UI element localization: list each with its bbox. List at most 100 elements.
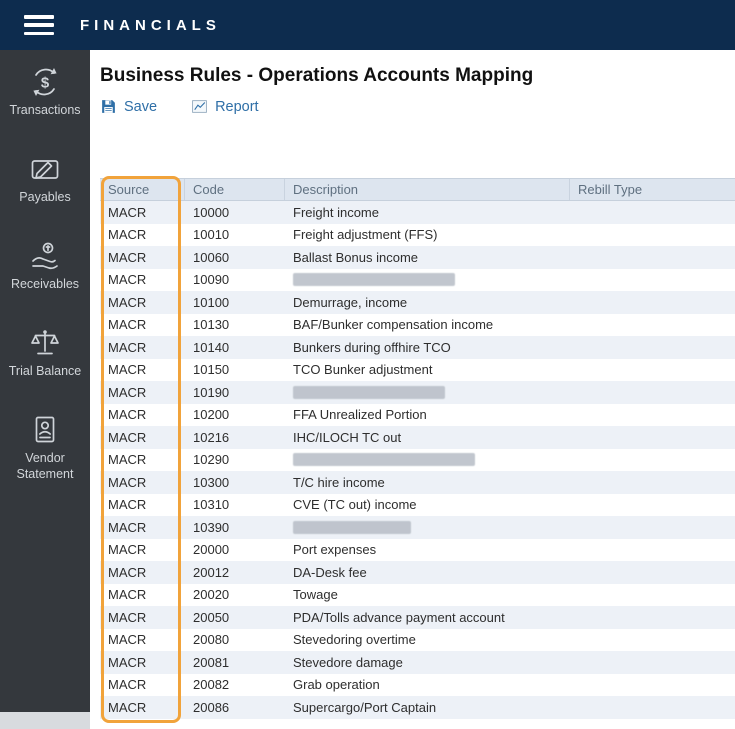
- sidebar-item-vendor-statement[interactable]: Vendor Statement: [0, 414, 90, 484]
- table-row[interactable]: MACR 10216 IHC/ILOCH TC out: [100, 426, 735, 449]
- table-row[interactable]: MACR 10130 BAF/Bunker compensation income: [100, 314, 735, 337]
- cell-description: Towage: [293, 587, 338, 603]
- save-icon: [100, 98, 117, 115]
- cell-description: DA-Desk fee: [293, 564, 367, 580]
- report-icon: [191, 98, 208, 115]
- cell-code: 10200: [193, 407, 230, 423]
- cell-rebill-type: [570, 494, 735, 517]
- table-row[interactable]: MACR 20081 Stevedore damage: [100, 651, 735, 674]
- cell-code: 10060: [193, 249, 230, 265]
- column-header-description[interactable]: Description: [285, 179, 570, 200]
- cell-rebill-type: [570, 584, 735, 607]
- table-row[interactable]: MACR 10290: [100, 449, 735, 472]
- table-row[interactable]: MACR 10200 FFA Unrealized Portion: [100, 404, 735, 427]
- cell-rebill-type: [570, 404, 735, 427]
- trial-balance-icon: [29, 327, 61, 359]
- cell-code: 10140: [193, 339, 230, 355]
- menu-icon[interactable]: [24, 15, 54, 35]
- table-row[interactable]: MACR 20050 PDA/Tolls advance payment accou…: [100, 606, 735, 629]
- cell-source: MACR: [108, 339, 147, 355]
- table-row[interactable]: MACR 10310 CVE (TC out) income: [100, 494, 735, 517]
- cell-description: [285, 516, 570, 539]
- save-button[interactable]: Save: [100, 98, 157, 115]
- table-header: Source Code Description Rebill Type: [100, 178, 735, 201]
- cell-rebill-type: [570, 224, 735, 247]
- table-row[interactable]: MACR 20000 Port expenses: [100, 539, 735, 562]
- cell-rebill-type: [570, 359, 735, 382]
- cell-description: [285, 269, 570, 292]
- cell-description: Demurrage, income: [293, 294, 408, 310]
- table-row[interactable]: MACR 10300 T/C hire income: [100, 471, 735, 494]
- cell-rebill-type: [570, 651, 735, 674]
- cell-rebill-type: [570, 314, 735, 337]
- cell-rebill-type: [570, 269, 735, 292]
- sidebar-item-transactions[interactable]: $ Transactions: [0, 66, 90, 136]
- cell-rebill-type: [570, 674, 735, 697]
- table-row[interactable]: MACR 20086 Supercargo/Port Captain: [100, 696, 735, 719]
- accounts-table: Source Code Description Rebill Type MACR…: [100, 176, 735, 723]
- sidebar-item-label: Trial Balance: [8, 364, 82, 378]
- cell-description: PDA/Tolls advance payment account: [293, 609, 505, 625]
- cell-code: 20082: [193, 677, 230, 693]
- cell-code: 10130: [193, 317, 230, 333]
- column-header-rebill-type[interactable]: Rebill Type: [570, 179, 735, 200]
- cell-description: Supercargo/Port Captain: [293, 699, 437, 715]
- cell-source: MACR: [108, 699, 147, 715]
- cell-description: Freight adjustment (FFS): [293, 227, 438, 243]
- transactions-icon: $: [29, 66, 61, 98]
- topbar: FINANCIALS: [0, 0, 735, 50]
- table-row[interactable]: MACR 10150 TCO Bunker adjustment: [100, 359, 735, 382]
- cell-code: 10216: [193, 429, 230, 445]
- table-row[interactable]: MACR 10390: [100, 516, 735, 539]
- cell-source: MACR: [108, 249, 147, 265]
- cell-code: 10310: [193, 497, 230, 513]
- cell-description: Grab operation: [293, 677, 380, 693]
- column-header-source[interactable]: Source: [100, 179, 185, 200]
- cell-source: MACR: [108, 654, 147, 670]
- cell-code: 20020: [193, 587, 230, 603]
- cell-description: TCO Bunker adjustment: [293, 362, 433, 378]
- cell-code: 10390: [193, 519, 230, 535]
- table-row[interactable]: MACR 10000 Freight income: [100, 201, 735, 224]
- cell-source: MACR: [108, 272, 147, 288]
- svg-text:$: $: [41, 75, 50, 92]
- sidebar-item-payables[interactable]: Payables: [0, 153, 90, 223]
- cell-code: 20050: [193, 609, 230, 625]
- cell-code: 10190: [193, 384, 230, 400]
- cell-rebill-type: [570, 449, 735, 472]
- cell-rebill-type: [570, 516, 735, 539]
- cell-source: MACR: [108, 407, 147, 423]
- sidebar: $ Transactions Payables Receivables Tria…: [0, 50, 90, 712]
- cell-code: 20086: [193, 699, 230, 715]
- table-row[interactable]: MACR 10140 Bunkers during offhire TCO: [100, 336, 735, 359]
- table-row[interactable]: MACR 20080 Stevedoring overtime: [100, 629, 735, 652]
- column-header-code[interactable]: Code: [185, 179, 285, 200]
- table-row[interactable]: MACR 10060 Ballast Bonus income: [100, 246, 735, 269]
- table-row[interactable]: MACR 10100 Demurrage, income: [100, 291, 735, 314]
- table-row[interactable]: MACR 10010 Freight adjustment (FFS): [100, 224, 735, 247]
- cell-source: MACR: [108, 587, 147, 603]
- redacted-text: [293, 273, 455, 287]
- table-row[interactable]: MACR 20020 Towage: [100, 584, 735, 607]
- sidebar-item-label: Receivables: [10, 277, 80, 291]
- report-button[interactable]: Report: [191, 98, 259, 115]
- table-row[interactable]: MACR 20082 Grab operation: [100, 674, 735, 697]
- sidebar-item-receivables[interactable]: Receivables: [0, 240, 90, 310]
- cell-description: T/C hire income: [293, 474, 385, 490]
- cell-description: BAF/Bunker compensation income: [293, 317, 494, 333]
- cell-code: 20012: [193, 564, 230, 580]
- cell-code: 10000: [193, 204, 230, 220]
- cell-source: MACR: [108, 294, 147, 310]
- redacted-text: [293, 385, 445, 399]
- cell-code: 10010: [193, 227, 230, 243]
- cell-rebill-type: [570, 426, 735, 449]
- table-row[interactable]: MACR 10090: [100, 269, 735, 292]
- table-row[interactable]: MACR 10190: [100, 381, 735, 404]
- sidebar-item-trial-balance[interactable]: Trial Balance: [0, 327, 90, 397]
- cell-code: 10100: [193, 294, 230, 310]
- cell-source: MACR: [108, 317, 147, 333]
- cell-rebill-type: [570, 246, 735, 269]
- sidebar-item-label: Payables: [19, 190, 71, 204]
- table-row[interactable]: MACR 20012 DA-Desk fee: [100, 561, 735, 584]
- toolbar: Save Report: [100, 98, 735, 115]
